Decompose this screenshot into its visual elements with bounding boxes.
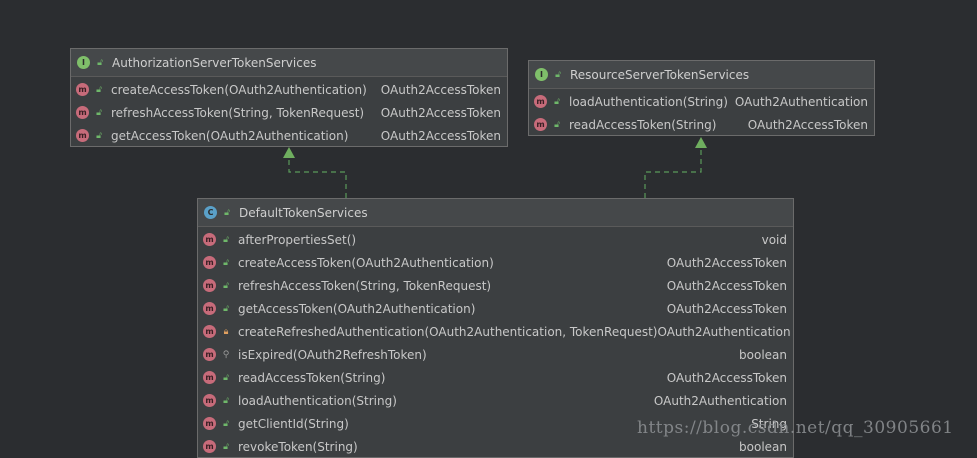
method-icon: m xyxy=(203,233,216,246)
unlock-icon: 🔓︎ xyxy=(96,130,102,141)
method-name: refreshAccessToken(String, TokenRequest) xyxy=(238,278,492,293)
method-name: revokeToken(String) xyxy=(238,439,358,454)
authorization-server-token-services-box[interactable]: I 🔓︎ AuthorizationServerTokenServices m 🔓… xyxy=(70,48,508,147)
unlock-icon: 🔓︎ xyxy=(223,257,229,268)
method-row[interactable]: m 🔓︎ getAccessToken(OAuth2Authentication) O… xyxy=(198,297,793,320)
watermark-text: https://blog.csdn.net/qq_30905661 xyxy=(637,418,954,438)
method-return-type: OAuth2AccessToken xyxy=(666,278,787,293)
method-name: isExpired(OAuth2RefreshToken) xyxy=(238,347,427,362)
method-return-type: OAuth2AccessToken xyxy=(380,105,501,120)
method-return-type: OAuth2Authentication xyxy=(653,393,787,408)
method-row[interactable]: m 🔓︎ refreshAccessToken(String, TokenReque… xyxy=(71,101,507,124)
unlock-icon: 🔓︎ xyxy=(223,280,229,291)
method-row[interactable]: m 🔓︎ revokeToken(String) boolean xyxy=(198,435,793,458)
method-row[interactable]: m 🔒︎ createRefreshedAuthentication(OAuth2A… xyxy=(198,320,793,343)
unlock-icon: 🔓︎ xyxy=(223,418,229,429)
method-icon: m xyxy=(534,118,547,131)
method-name: createAccessToken(OAuth2Authentication) xyxy=(238,255,494,270)
method-name: loadAuthentication(String) xyxy=(569,94,728,109)
unlock-icon: 🔓︎ xyxy=(223,372,229,383)
realization-line-resource xyxy=(644,148,702,198)
method-list: m 🔓︎ createAccessToken(OAuth2Authenticatio… xyxy=(71,77,507,147)
method-name: refreshAccessToken(String, TokenRequest) xyxy=(111,105,365,120)
method-icon: m xyxy=(76,129,89,142)
unlock-icon: 🔓︎ xyxy=(223,303,229,314)
method-name: getAccessToken(OAuth2Authentication) xyxy=(111,128,349,143)
method-icon: m xyxy=(203,325,216,338)
method-return-type: OAuth2AccessToken xyxy=(666,370,787,385)
realization-arrowhead-resource xyxy=(695,137,707,148)
method-icon: m xyxy=(76,83,89,96)
default-token-services-header[interactable]: C 🔓︎ DefaultTokenServices xyxy=(198,199,793,227)
method-icon: m xyxy=(203,348,216,361)
method-row[interactable]: m 🔓︎ refreshAccessToken(String, TokenReque… xyxy=(198,274,793,297)
method-list: m 🔓︎ loadAuthentication(String) OAuth2Authe… xyxy=(529,89,874,136)
method-return-type: OAuth2Authentication xyxy=(657,324,791,339)
method-row[interactable]: m ⚲ isExpired(OAuth2RefreshToken) boolean xyxy=(198,343,793,366)
method-name: createAccessToken(OAuth2Authentication) xyxy=(111,82,367,97)
method-name: readAccessToken(String) xyxy=(238,370,386,385)
method-name: loadAuthentication(String) xyxy=(238,393,397,408)
method-icon: m xyxy=(203,256,216,269)
unlock-icon: 🔓︎ xyxy=(96,107,102,118)
method-row[interactable]: m 🔓︎ readAccessToken(String) OAuth2AccessTo… xyxy=(529,113,874,136)
method-return-type: boolean xyxy=(739,347,787,362)
method-name: afterPropertiesSet() xyxy=(238,232,357,247)
method-icon: m xyxy=(534,95,547,108)
resource-server-token-services-header[interactable]: I 🔓︎ ResourceServerTokenServices xyxy=(529,61,874,89)
method-return-type: void xyxy=(761,232,787,247)
method-name: readAccessToken(String) xyxy=(569,117,717,132)
unlock-icon: 🔓︎ xyxy=(97,57,103,68)
authorization-server-token-services-header[interactable]: I 🔓︎ AuthorizationServerTokenServices xyxy=(71,49,507,77)
class-icon: C xyxy=(204,206,217,219)
method-row[interactable]: m 🔓︎ loadAuthentication(String) OAuth2Authe… xyxy=(198,389,793,412)
resource-server-token-services-box[interactable]: I 🔓︎ ResourceServerTokenServices m 🔓︎ load… xyxy=(528,60,875,136)
method-return-type: OAuth2AccessToken xyxy=(666,255,787,270)
unlock-icon: 🔓︎ xyxy=(96,84,102,95)
method-icon: m xyxy=(203,394,216,407)
method-return-type: OAuth2AccessToken xyxy=(380,128,501,143)
method-icon: m xyxy=(203,302,216,315)
interface-title: ResourceServerTokenServices xyxy=(570,67,750,82)
method-icon: m xyxy=(203,417,216,430)
unlock-icon: 🔓︎ xyxy=(223,441,229,452)
method-row[interactable]: m 🔓︎ getAccessToken(OAuth2Authentication) O… xyxy=(71,124,507,147)
interface-title: AuthorizationServerTokenServices xyxy=(112,55,317,70)
method-row[interactable]: m 🔓︎ createAccessToken(OAuth2Authenticatio… xyxy=(198,251,793,274)
lock-icon: 🔒︎ xyxy=(223,326,229,337)
method-return-type: OAuth2AccessToken xyxy=(666,301,787,316)
class-title: DefaultTokenServices xyxy=(239,205,368,220)
method-name: getAccessToken(OAuth2Authentication) xyxy=(238,301,476,316)
method-icon: m xyxy=(203,279,216,292)
unlock-icon: 🔓︎ xyxy=(555,69,561,80)
unlock-icon: 🔓︎ xyxy=(554,96,560,107)
method-row[interactable]: m 🔓︎ readAccessToken(String) OAuth2AccessTo… xyxy=(198,366,793,389)
method-row[interactable]: m 🔓︎ loadAuthentication(String) OAuth2Authe… xyxy=(529,90,874,113)
method-row[interactable]: m 🔓︎ createAccessToken(OAuth2Authenticatio… xyxy=(71,78,507,101)
unlock-icon: 🔓︎ xyxy=(223,234,229,245)
interface-icon: I xyxy=(77,56,90,69)
realization-arrowhead-authorization xyxy=(283,147,295,158)
method-return-type: OAuth2AccessToken xyxy=(747,117,868,132)
unlock-icon: 🔓︎ xyxy=(554,119,560,130)
interface-icon: I xyxy=(535,68,548,81)
method-return-type: OAuth2Authentication xyxy=(734,94,868,109)
method-name: createRefreshedAuthentication(OAuth2Auth… xyxy=(238,324,658,339)
method-icon: m xyxy=(203,440,216,453)
unlock-icon: 🔓︎ xyxy=(223,395,229,406)
method-icon: m xyxy=(76,106,89,119)
key-icon: ⚲ xyxy=(222,349,230,360)
method-return-type: OAuth2AccessToken xyxy=(380,82,501,97)
method-row[interactable]: m 🔓︎ afterPropertiesSet() void xyxy=(198,228,793,251)
method-return-type: boolean xyxy=(739,439,787,454)
method-icon: m xyxy=(203,371,216,384)
unlock-icon: 🔓︎ xyxy=(224,207,230,218)
realization-line-authorization xyxy=(288,158,347,198)
